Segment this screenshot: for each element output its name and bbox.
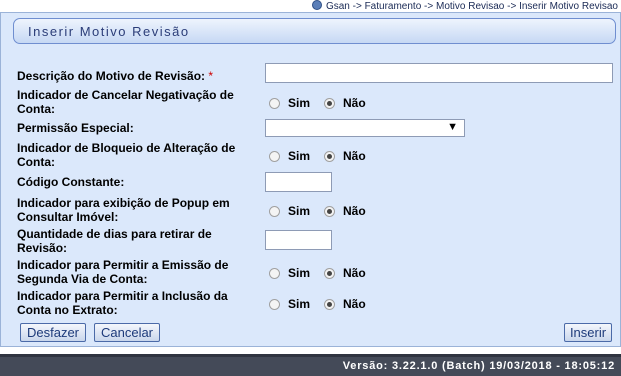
bloqueio-alteracao-radio-group: Sim Não bbox=[269, 149, 366, 163]
descricao-input[interactable] bbox=[265, 63, 613, 83]
form-panel: Inserir Motivo Revisão Descrição do Moti… bbox=[0, 12, 621, 347]
radio-sim-label: Sim bbox=[288, 297, 311, 311]
radio-nao-label: Não bbox=[343, 149, 366, 163]
dias-retirar-input[interactable] bbox=[265, 230, 332, 250]
inclusao-extrato-radio-group: Sim Não bbox=[269, 297, 366, 311]
popup-consultar-nao-radio[interactable] bbox=[324, 205, 336, 217]
radio-nao-label: Não bbox=[343, 266, 366, 280]
chevron-down-icon: ▼ bbox=[447, 121, 458, 133]
radio-nao-label: Não bbox=[343, 297, 366, 311]
permissao-especial-select[interactable]: ▼ bbox=[265, 119, 465, 137]
popup-consultar-sim-radio[interactable] bbox=[269, 205, 280, 217]
bloqueio-alteracao-nao-radio[interactable] bbox=[324, 150, 336, 162]
radio-sim-label: Sim bbox=[288, 204, 311, 218]
segunda-via-label: Indicador para Permitir a Emissão de Seg… bbox=[17, 258, 229, 286]
cancelar-negativacao-radio-group: Sim Não bbox=[269, 96, 366, 110]
segunda-via-nao-radio[interactable] bbox=[324, 267, 336, 279]
popup-consultar-radio-group: Sim Não bbox=[269, 204, 366, 218]
breadcrumb: Gsan -> Faturamento -> Motivo Revisao ->… bbox=[0, 0, 621, 12]
segunda-via-sim-radio[interactable] bbox=[269, 267, 280, 279]
page-title-bar: Inserir Motivo Revisão bbox=[13, 18, 616, 44]
inclusao-extrato-nao-radio[interactable] bbox=[324, 298, 336, 310]
dias-retirar-label: Quantidade de dias para retirar de Revis… bbox=[17, 227, 212, 255]
segunda-via-radio-group: Sim Não bbox=[269, 266, 366, 280]
inserir-button[interactable]: Inserir bbox=[564, 323, 612, 342]
version-text: Versão: 3.22.1.0 (Batch) 19/03/2018 - 18… bbox=[342, 360, 615, 372]
page-title: Inserir Motivo Revisão bbox=[28, 24, 190, 39]
popup-consultar-label: Indicador para exibição de Popup em Cons… bbox=[17, 196, 230, 224]
cancelar-negativacao-sim-radio[interactable] bbox=[269, 97, 280, 109]
bloqueio-alteracao-label: Indicador de Bloqueio de Alteração de Co… bbox=[17, 141, 236, 169]
descricao-label: Descrição do Motivo de Revisão: * bbox=[17, 69, 214, 83]
radio-sim-label: Sim bbox=[288, 96, 311, 110]
gsan-icon bbox=[311, 0, 322, 10]
radio-sim-label: Sim bbox=[288, 149, 311, 163]
codigo-constante-input[interactable] bbox=[265, 172, 332, 192]
cancelar-negativacao-label: Indicador de Cancelar Negativação de Con… bbox=[17, 88, 234, 116]
cancelar-negativacao-nao-radio[interactable] bbox=[324, 97, 336, 109]
permissao-especial-label: Permissão Especial: bbox=[17, 121, 134, 135]
radio-sim-label: Sim bbox=[288, 266, 311, 280]
codigo-constante-label: Código Constante: bbox=[17, 175, 125, 189]
bloqueio-alteracao-sim-radio[interactable] bbox=[269, 150, 280, 162]
radio-nao-label: Não bbox=[343, 96, 366, 110]
radio-nao-label: Não bbox=[343, 204, 366, 218]
inclusao-extrato-label: Indicador para Permitir a Inclusão da Co… bbox=[17, 289, 228, 317]
footer-bar: Versão: 3.22.1.0 (Batch) 19/03/2018 - 18… bbox=[0, 354, 621, 376]
required-mark: * bbox=[208, 69, 214, 83]
inclusao-extrato-sim-radio[interactable] bbox=[269, 298, 280, 310]
desfazer-button[interactable]: Desfazer bbox=[20, 323, 86, 342]
breadcrumb-text: Gsan -> Faturamento -> Motivo Revisao ->… bbox=[325, 1, 618, 12]
cancelar-button[interactable]: Cancelar bbox=[94, 323, 160, 342]
